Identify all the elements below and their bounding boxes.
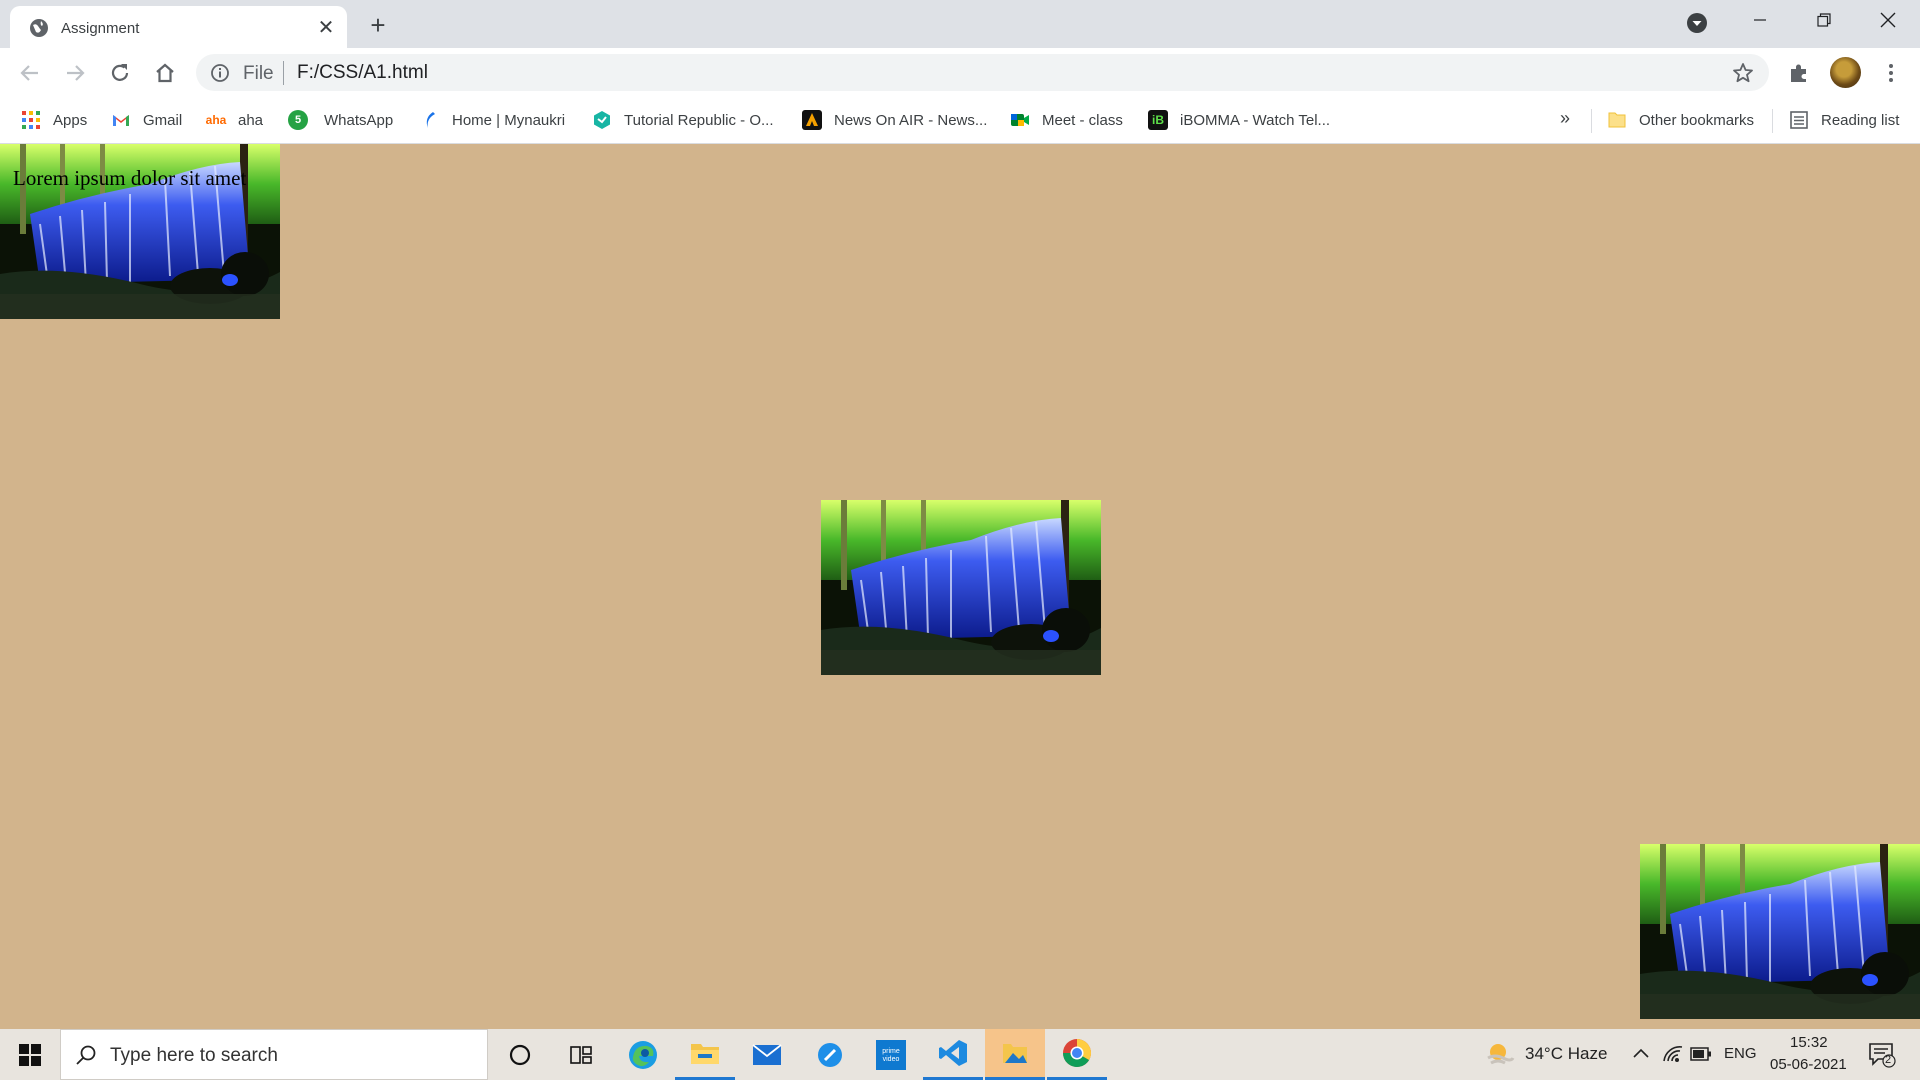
bookmark-star-icon[interactable] — [1731, 61, 1755, 85]
bookmark-divider — [1591, 109, 1592, 133]
notification-center-icon[interactable] — [1868, 1042, 1896, 1068]
minimize-icon — [1754, 19, 1766, 21]
scheme-label: File — [243, 63, 274, 84]
weather-text[interactable]: 34°C Haze — [1525, 1044, 1607, 1064]
bookmark-label: Meet - class — [1042, 111, 1123, 129]
photos-icon[interactable] — [985, 1029, 1045, 1080]
bookmark-mynaukri[interactable]: Home | Mynaukri — [420, 109, 565, 131]
tab-assignment[interactable]: Assignment ✕ — [10, 6, 347, 48]
task-view-icon[interactable] — [551, 1029, 611, 1080]
mynaukri-icon — [426, 112, 435, 128]
home-icon[interactable] — [152, 60, 178, 86]
search-icon — [76, 1045, 96, 1065]
chevron-up-icon[interactable] — [1633, 1047, 1649, 1059]
clock-time[interactable]: 15:32 — [1790, 1034, 1828, 1051]
apps-grid-icon — [22, 111, 40, 129]
whatsapp-icon: 5 — [288, 110, 308, 130]
bookmark-meet[interactable]: Meet - class — [1010, 109, 1123, 131]
new-tab-button[interactable]: + — [364, 11, 392, 39]
url-text[interactable]: F:/CSS/A1.html — [297, 62, 428, 84]
google-meet-icon — [1011, 114, 1029, 126]
tab-search-icon[interactable] — [1686, 12, 1708, 34]
paint-icon[interactable] — [800, 1029, 860, 1080]
chrome-menu-icon[interactable] — [1878, 60, 1904, 86]
restore-icon — [1817, 13, 1831, 27]
minimize-button[interactable] — [1728, 0, 1792, 40]
back-arrow-icon[interactable] — [17, 60, 43, 86]
mail-icon[interactable] — [737, 1029, 797, 1080]
reading-list-button[interactable]: Reading list — [1789, 109, 1899, 131]
info-icon[interactable] — [210, 63, 230, 83]
bookmark-aha[interactable]: aha aha — [206, 109, 263, 131]
battery-icon[interactable] — [1690, 1046, 1712, 1062]
waterfall-image-bottom-right — [1640, 844, 1920, 1019]
page-viewport: Lorem ipsum dolor sit amet — [0, 144, 1920, 1029]
start-button[interactable] — [8, 1042, 52, 1068]
svg-text:video: video — [883, 1056, 900, 1063]
bookmark-other-folder[interactable]: Other bookmarks — [1607, 109, 1754, 131]
bookmark-label: WhatsApp — [324, 111, 394, 129]
forward-arrow-icon[interactable] — [62, 60, 88, 86]
bookmark-whatsapp[interactable]: 5 WhatsApp — [288, 109, 393, 131]
reading-list-icon — [1790, 111, 1808, 129]
profile-avatar[interactable] — [1830, 57, 1861, 88]
more-bookmarks-chevron-icon[interactable]: » — [1560, 108, 1570, 129]
ibomma-icon: iB — [1148, 110, 1168, 130]
bookmark-gmail[interactable]: Gmail — [111, 109, 182, 131]
bookmark-tutorial-republic[interactable]: Tutorial Republic - O... — [592, 109, 774, 131]
bookmark-label: Other bookmarks — [1639, 111, 1755, 129]
address-bar[interactable]: File F:/CSS/A1.html — [196, 54, 1769, 91]
bookmark-label: Gmail — [143, 111, 183, 129]
file-explorer-icon[interactable] — [675, 1029, 735, 1080]
bookmark-label: Reading list — [1821, 111, 1900, 129]
bookmark-label: aha — [238, 111, 264, 129]
news-on-air-icon — [802, 110, 822, 130]
waterfall-image-top-left: Lorem ipsum dolor sit amet — [0, 144, 280, 319]
bookmark-divider — [1772, 109, 1773, 133]
bookmark-label: iBOMMA - Watch Tel... — [1180, 111, 1331, 129]
search-placeholder: Type here to search — [110, 1045, 278, 1066]
bookmark-apps[interactable]: Apps — [21, 109, 87, 131]
edge-icon[interactable] — [613, 1029, 673, 1080]
weather-haze-icon[interactable] — [1485, 1041, 1515, 1067]
bookmark-label: Home | Mynaukri — [452, 111, 566, 129]
svg-text:prime: prime — [882, 1048, 900, 1055]
bookmark-label: Tutorial Republic - O... — [624, 111, 774, 129]
taskbar-search-box[interactable]: Type here to search — [60, 1029, 488, 1080]
bookmark-ibomma[interactable]: iB iBOMMA - Watch Tel... — [1148, 109, 1330, 131]
language-indicator[interactable]: ENG — [1724, 1045, 1757, 1062]
gmail-icon — [113, 115, 129, 126]
wifi-icon[interactable] — [1662, 1043, 1684, 1065]
waterfall-image-center — [821, 500, 1101, 675]
tutorial-republic-icon — [594, 111, 610, 129]
windows-logo-icon — [19, 1044, 41, 1066]
extensions-puzzle-icon[interactable] — [1786, 60, 1812, 86]
bookmark-label: News On AIR - News... — [834, 111, 988, 129]
reload-icon[interactable] — [107, 60, 133, 86]
tab-close-icon[interactable]: ✕ — [315, 16, 337, 39]
close-window-button[interactable] — [1856, 0, 1920, 40]
browser-toolbar: File F:/CSS/A1.html — [0, 48, 1920, 97]
bookmarks-bar: Apps Gmail aha aha 5 WhatsApp Home | Myn… — [0, 97, 1920, 144]
tab-title: Assignment — [61, 20, 140, 37]
globe-icon — [30, 19, 48, 37]
prime-video-icon[interactable]: prime video — [861, 1029, 921, 1080]
windows-taskbar: Type here to search prime video 34°C Haz… — [0, 1029, 1920, 1080]
folder-icon — [1608, 112, 1626, 128]
bookmark-label: Apps — [53, 111, 88, 129]
close-icon — [1880, 12, 1896, 28]
omnibox-divider — [283, 61, 284, 85]
clock-date[interactable]: 05-06-2021 — [1770, 1056, 1847, 1073]
tab-strip: Assignment ✕ + — [0, 0, 1920, 48]
lorem-text: Lorem ipsum dolor sit amet — [13, 166, 247, 190]
bookmark-news-on-air[interactable]: News On AIR - News... — [802, 109, 987, 131]
restore-button[interactable] — [1792, 0, 1856, 40]
cortana-icon[interactable] — [490, 1029, 550, 1080]
aha-icon: aha — [205, 113, 227, 127]
chrome-icon[interactable] — [1047, 1029, 1107, 1080]
notification-count-badge: 2 — [1885, 1054, 1892, 1066]
vscode-icon[interactable] — [923, 1029, 983, 1080]
